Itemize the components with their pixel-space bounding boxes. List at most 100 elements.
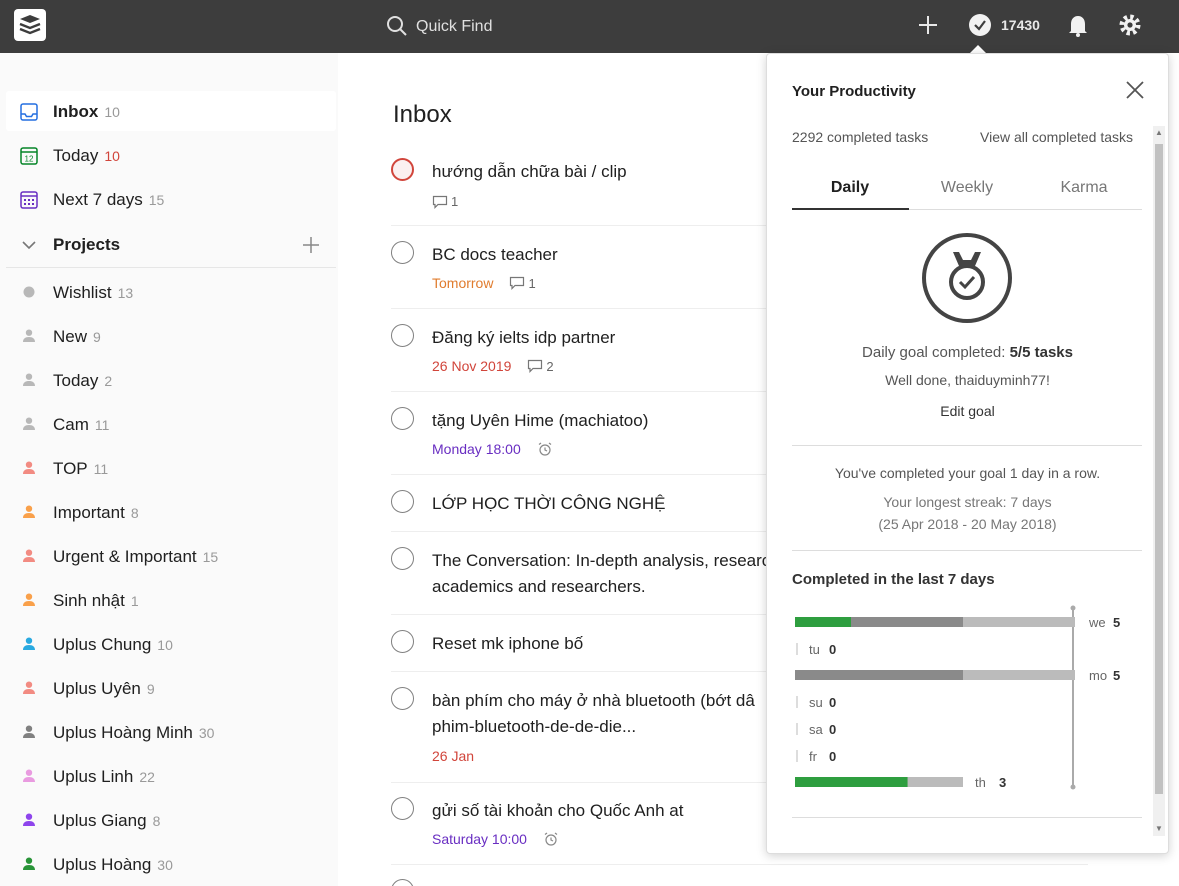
project-label: Urgent & Important [53, 547, 197, 566]
task-title[interactable]: Reset mk iphone bố [432, 631, 583, 657]
task-checkbox[interactable] [391, 687, 414, 710]
task-checkbox[interactable] [391, 630, 414, 653]
task-checkbox[interactable] [391, 547, 414, 570]
scroll-thumb[interactable] [1155, 144, 1163, 794]
sidebar-project-item[interactable]: Cam 11 [6, 404, 336, 444]
comment-count[interactable]: 1 [509, 276, 536, 291]
project-label: Uplus Linh [53, 767, 134, 786]
sidebar-project-item[interactable]: Uplus Hoàng Minh 30 [6, 712, 336, 752]
project-label: Wishlist [53, 283, 112, 302]
task-title[interactable]: bàn phím cho máy ở nhà bluetooth (bớt dâ [432, 688, 755, 714]
project-count: 11 [93, 461, 109, 477]
comment-count-value: 1 [451, 194, 459, 209]
shared-project-person-icon [23, 373, 35, 386]
shared-project-person-icon [23, 593, 35, 606]
task-title[interactable]: gửi số tài khoản cho Quốc Anh at [432, 798, 683, 824]
project-label: Today [53, 371, 99, 390]
project-label: Cam [53, 415, 89, 434]
task-title[interactable]: Đăng ký ielts idp partner [432, 325, 615, 351]
task-due-date[interactable]: Monday 18:00 [432, 441, 521, 457]
task-due-date[interactable]: 26 Nov 2019 [432, 358, 511, 374]
chart-bar-green-th[interactable] [795, 777, 908, 787]
comment-count[interactable]: 2 [527, 358, 554, 374]
project-label: Uplus Giang [53, 811, 147, 830]
task-checkbox[interactable] [391, 407, 414, 430]
chart-day-value: 0 [829, 722, 836, 737]
comment-count-value: 2 [546, 358, 554, 374]
divider [792, 817, 1142, 818]
chart-bar-seg-mo[interactable] [795, 670, 963, 680]
sidebar-item-today[interactable]: 12 Today 10 [6, 135, 336, 175]
sidebar-project-item[interactable]: Sinh nhật 1 [6, 580, 336, 620]
task-item-partial[interactable] [391, 879, 1088, 886]
todoist-logo-icon[interactable] [14, 9, 46, 41]
chart-day-label: th [975, 775, 986, 790]
comment-count[interactable]: 1 [432, 194, 458, 209]
sidebar-project-item[interactable]: TOP 11 [6, 448, 336, 488]
scroll-up-arrow-icon[interactable]: ▲ [1155, 128, 1163, 138]
sidebar-project-item[interactable]: Uplus Giang 8 [6, 800, 336, 840]
sidebar-project-item[interactable]: Uplus Uyên 9 [6, 668, 336, 708]
task-checkbox[interactable] [391, 324, 414, 347]
task-due-date[interactable]: 26 Jan [432, 748, 474, 764]
project-count: 22 [139, 769, 155, 785]
sidebar-divider [6, 267, 336, 268]
sidebar-project-item[interactable]: New 9 [6, 316, 336, 356]
task-title[interactable]: tặng Uyên Hime (machiatoo) [432, 408, 648, 434]
project-count: 11 [94, 417, 110, 433]
sidebar-item-inbox[interactable]: Inbox 10 [6, 91, 336, 131]
sidebar: Inbox 10 12 Today 10 Next 7 days 15 Project… [0, 53, 338, 886]
shared-project-person-icon [23, 461, 35, 474]
sidebar-project-item[interactable]: Important 8 [6, 492, 336, 532]
scroll-down-arrow-icon[interactable]: ▼ [1155, 824, 1163, 834]
task-checkbox[interactable] [391, 490, 414, 513]
chart-bar-green-we[interactable] [795, 617, 851, 627]
sidebar-project-item[interactable]: Uplus Linh 22 [6, 756, 336, 796]
task-title-line-2[interactable]: phim-bluetooth-de-de-die... [432, 714, 636, 740]
settings-gear-icon[interactable] [1117, 12, 1143, 38]
task-title[interactable]: LỚP HỌC THỜI CÔNG NGHỆ [432, 491, 666, 517]
sidebar-project-item[interactable]: Today 2 [6, 360, 336, 400]
alarm-clock-icon [544, 832, 558, 846]
task-checkbox[interactable] [391, 241, 414, 264]
calendar-week-icon [20, 191, 38, 209]
sidebar-project-item[interactable]: Uplus Hoàng 30 [6, 844, 336, 884]
task-due-date[interactable]: Tomorrow [432, 275, 493, 291]
shared-project-person-icon [23, 417, 35, 430]
quick-find[interactable] [386, 14, 686, 40]
sidebar-item-count: 10 [104, 104, 120, 120]
task-title[interactable]: hướng dẫn chữa bài / clip [432, 159, 627, 185]
add-project-icon[interactable] [300, 234, 322, 256]
task-title[interactable]: The Conversation: In-depth analysis, res… [432, 548, 770, 574]
chart-day-label: mo [1089, 668, 1107, 683]
project-label: Uplus Hoàng [53, 855, 152, 874]
task-checkbox[interactable] [391, 158, 414, 181]
add-task-icon[interactable] [915, 12, 941, 38]
project-label: New [53, 327, 88, 346]
sidebar-project-item[interactable]: Uplus Chung 10 [6, 624, 336, 664]
chart-day-label: su [809, 695, 823, 710]
top-bar: 17430 [0, 0, 1179, 53]
search-input[interactable] [416, 14, 676, 40]
popup-scrollbar[interactable]: ▲ ▼ [1153, 126, 1165, 836]
task-checkbox[interactable] [391, 797, 414, 820]
notifications-bell-icon[interactable] [1065, 12, 1091, 38]
sidebar-project-item[interactable]: Wishlist 13 [6, 272, 336, 312]
task-due-date[interactable]: Saturday 10:00 [432, 831, 527, 847]
sidebar-project-item[interactable]: Urgent & Important 15 [6, 536, 336, 576]
sidebar-item-count: 10 [104, 148, 120, 164]
karma-check-icon[interactable] [967, 12, 993, 38]
last-7-days-chart: we 5 tu 0 mo 5 su 0 sa 0 fr 0 th 3 [795, 605, 1120, 790]
sidebar-item-next-7-days[interactable]: Next 7 days 15 [6, 179, 336, 219]
task-title[interactable]: BC docs teacher [432, 242, 558, 268]
shared-project-person-icon [23, 681, 35, 694]
task-title-line-2[interactable]: academics and researchers. [432, 574, 646, 600]
chevron-down-icon[interactable] [19, 235, 39, 255]
shared-project-person-icon [23, 329, 35, 342]
projects-header[interactable]: Projects [6, 224, 336, 264]
karma-count[interactable]: 17430 [1001, 17, 1040, 33]
task-checkbox[interactable] [391, 879, 414, 886]
calendar-today-icon: 12 [20, 147, 38, 165]
chart-day-value: 0 [829, 749, 836, 764]
sidebar-item-label: Today [53, 146, 99, 165]
